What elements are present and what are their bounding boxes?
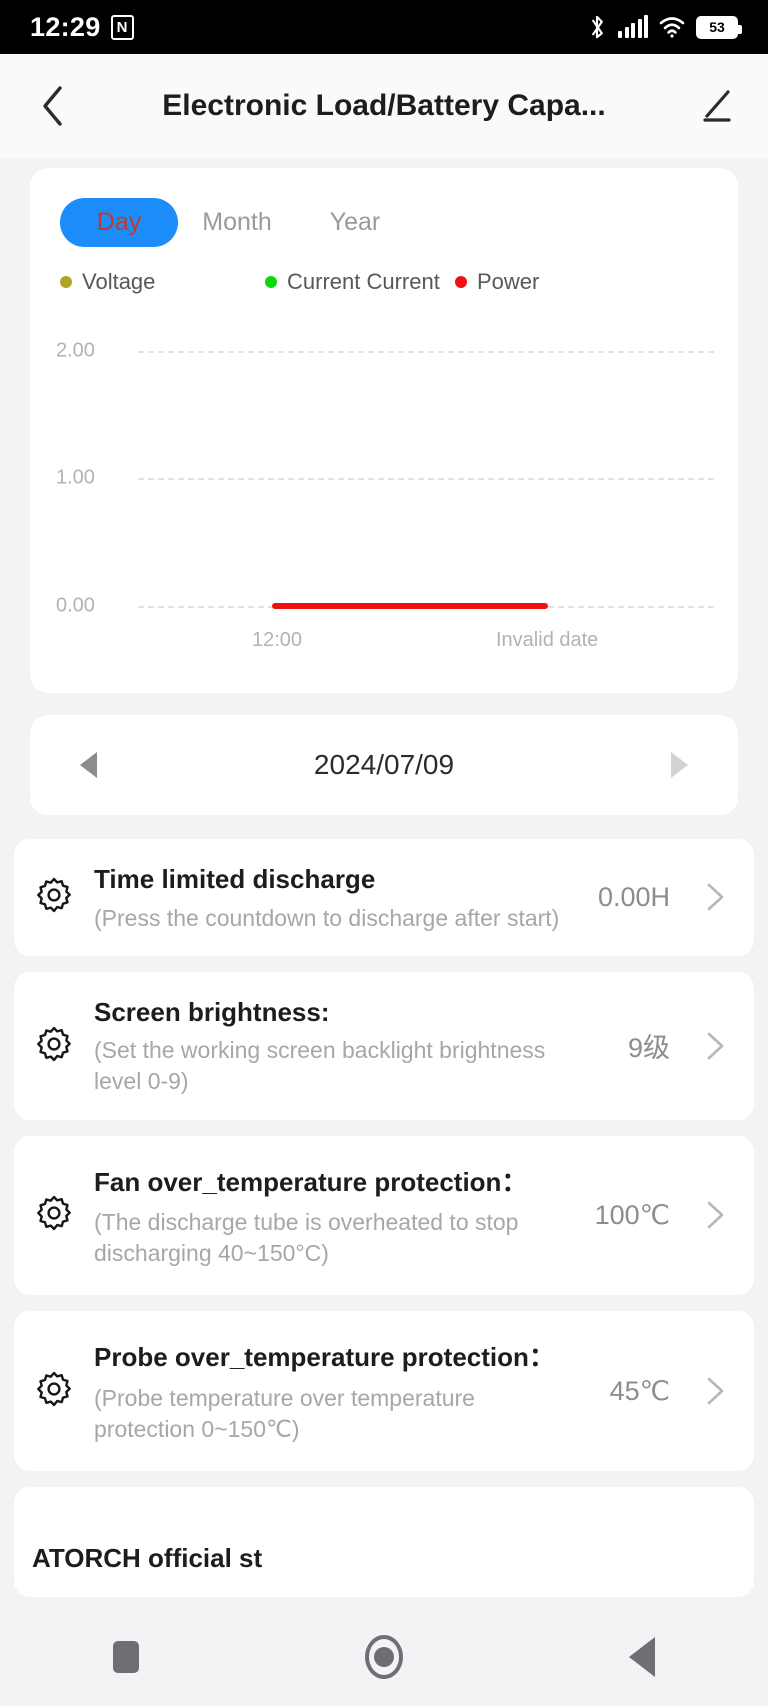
system-nav-bar — [0, 1608, 768, 1706]
setting-title: ATORCH official st — [32, 1542, 263, 1573]
wifi-icon — [659, 17, 685, 38]
setting-value: 100℃ — [594, 1199, 670, 1230]
pencil-icon — [703, 90, 731, 122]
nfc-icon: N — [110, 14, 134, 40]
nav-home-button[interactable] — [365, 1635, 403, 1679]
legend-label-current: Current Current — [287, 269, 440, 294]
series-line-power — [272, 603, 548, 609]
chevron-right-icon — [707, 884, 724, 911]
legend-dot-voltage — [60, 276, 72, 288]
gear-icon — [37, 1371, 71, 1407]
tab-day[interactable]: Day — [60, 198, 178, 247]
date-next-button[interactable] — [670, 752, 688, 778]
nav-back-button[interactable] — [629, 1637, 655, 1677]
xtick-label-1: Invalid date — [496, 629, 599, 651]
ytick-label-0: 0.00 — [56, 594, 95, 617]
gear-icon — [37, 1196, 71, 1231]
scroll-content[interactable]: Day Month Year Voltage Current Current P… — [0, 158, 768, 1706]
triangle-back-icon — [629, 1637, 655, 1677]
setting-title: Fan over_temperature protection： — [94, 1166, 528, 1197]
setting-title: Screen brightness: — [94, 996, 330, 1027]
bluetooth-icon — [592, 15, 603, 38]
back-button[interactable] — [30, 83, 76, 129]
setting-subtitle: (The discharge tube is overheated to sto… — [94, 1209, 519, 1267]
setting-value: 9级 — [627, 1033, 670, 1064]
chevron-left-icon — [43, 86, 62, 126]
setting-subtitle: (Set the working screen backlight bright… — [94, 1037, 546, 1095]
setting-value: 45℃ — [609, 1375, 670, 1406]
setting-row-screen-brightness[interactable]: Screen brightness: (Set the working scre… — [14, 971, 754, 1120]
triangle-right-icon — [670, 752, 688, 778]
date-prev-button[interactable] — [80, 752, 97, 778]
status-bar-right: 53 — [587, 14, 742, 41]
current-date-label: 2024/07/09 — [313, 749, 455, 780]
setting-subtitle: (Probe temperature over temperature prot… — [94, 1384, 475, 1442]
square-icon — [113, 1641, 139, 1673]
date-nav-card: 2024/07/09 — [30, 715, 738, 815]
setting-text-block: Screen brightness: (Set the working scre… — [94, 994, 596, 1098]
ytick-label-1: 1.00 — [56, 466, 95, 489]
legend-label-power: Power — [477, 269, 540, 294]
setting-row-probe-over-temperature-protection[interactable]: Probe over_temperature protection： (Prob… — [14, 1311, 754, 1471]
setting-title: Probe over_temperature protection： — [94, 1342, 555, 1373]
triangle-left-icon — [80, 752, 97, 778]
app-bar: Electronic Load/Battery Capa... — [0, 54, 768, 158]
battery-percent-label: 53 — [698, 17, 736, 37]
gridline-1 — [138, 478, 714, 480]
gear-icon — [37, 1026, 71, 1061]
legend-item-current[interactable]: Current Current — [265, 269, 455, 295]
chevron-right-icon — [707, 1032, 724, 1059]
gear-icon — [37, 878, 71, 913]
setting-subtitle: (Press the countdown to discharge after … — [94, 904, 560, 931]
setting-row-atorch-official-store[interactable]: ATORCH official st — [14, 1486, 754, 1597]
tab-month[interactable]: Month — [178, 198, 296, 247]
chevron-right-icon — [707, 1202, 724, 1229]
tab-year[interactable]: Year — [296, 198, 414, 247]
chart-x-axis: 12:00 Invalid date — [30, 629, 738, 669]
setting-text-block: Probe over_temperature protection： (Prob… — [94, 1337, 578, 1445]
battery-icon: 53 — [696, 15, 742, 39]
nav-recents-button[interactable] — [113, 1641, 139, 1673]
status-bar-clock: 12:29 — [30, 11, 101, 42]
chart-legend: Voltage Current Current Power — [30, 247, 738, 295]
chart-plot-area: 2.00 1.00 0.00 — [30, 323, 738, 623]
edit-button[interactable] — [692, 83, 738, 129]
status-bar: 12:29 N 53 — [0, 0, 768, 54]
chart-card: Day Month Year Voltage Current Current P… — [30, 168, 738, 693]
xtick-label-0: 12:00 — [252, 629, 303, 651]
period-tabs: Day Month Year — [30, 198, 738, 247]
page-title: Electronic Load/Battery Capa... — [162, 89, 606, 122]
legend-label-voltage: Voltage — [82, 269, 156, 294]
nfc-icon-label: N — [116, 18, 128, 36]
status-bar-left: 12:29 N — [30, 12, 134, 43]
legend-item-voltage[interactable]: Voltage — [60, 269, 265, 295]
cellular-signal-icon — [618, 15, 648, 38]
setting-row-fan-over-temperature-protection[interactable]: Fan over_temperature protection： (The di… — [14, 1135, 754, 1296]
circle-icon — [365, 1635, 403, 1679]
ytick-label-2: 2.00 — [56, 339, 95, 362]
legend-item-power[interactable]: Power — [455, 269, 539, 295]
chevron-right-icon — [707, 1377, 724, 1405]
setting-text-block: Fan over_temperature protection： (The di… — [94, 1162, 563, 1270]
phone-screen: 12:29 N 53 Electronic Load/Battery Capa.… — [0, 0, 768, 1706]
gridline-2 — [138, 351, 714, 353]
setting-value: 0.00H — [597, 881, 670, 912]
setting-text-block: Time limited discharge (Press the countd… — [94, 861, 566, 934]
legend-dot-current — [265, 276, 277, 288]
legend-dot-power — [455, 276, 467, 288]
setting-row-time-limited-discharge[interactable]: Time limited discharge (Press the countd… — [14, 839, 754, 956]
setting-title: Time limited discharge — [94, 864, 376, 894]
